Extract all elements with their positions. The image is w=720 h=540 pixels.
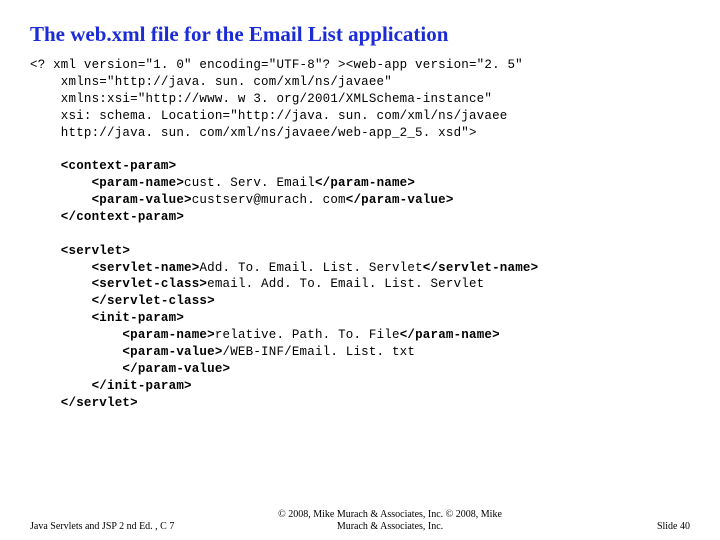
- code-line: <param-value>: [30, 345, 223, 359]
- slide-title: The web.xml file for the Email List appl…: [30, 22, 690, 47]
- code-text: Add. To. Email. List. Servlet: [199, 261, 422, 275]
- code-line: http://java. sun. com/xml/ns/javaee/web-…: [30, 126, 477, 140]
- code-line: <param-name>: [30, 176, 184, 190]
- code-line: xmlns:xsi="http://www. w 3. org/2001/XML…: [30, 92, 492, 106]
- code-line: <init-param>: [30, 311, 184, 325]
- code-block: <? xml version="1. 0" encoding="UTF-8"? …: [30, 57, 690, 411]
- footer-right: Slide 40: [570, 521, 690, 532]
- code-text: relative. Path. To. File: [215, 328, 400, 342]
- code-line: <? xml version="1. 0" encoding="UTF-8"? …: [30, 58, 523, 72]
- code-text: email. Add. To. Email. List. Servlet: [207, 277, 484, 291]
- code-line: </context-param>: [30, 210, 184, 224]
- code-text: cust. Serv. Email: [184, 176, 315, 190]
- code-line: </servlet-class>: [30, 294, 215, 308]
- code-line: </param-name>: [315, 176, 415, 190]
- code-line: <context-param>: [30, 159, 176, 173]
- code-line: </param-value>: [30, 362, 230, 376]
- slide: The web.xml file for the Email List appl…: [0, 0, 720, 540]
- code-line: </servlet-name>: [423, 261, 539, 275]
- code-line: </servlet>: [30, 396, 138, 410]
- footer-center-line1: © 2008, Mike Murach & Associates, Inc. ©…: [278, 509, 502, 520]
- code-text: custserv@murach. com: [192, 193, 346, 207]
- code-line: <servlet>: [30, 244, 130, 258]
- code-line: </param-value>: [346, 193, 454, 207]
- footer-left: Java Servlets and JSP 2 nd Ed. , C 7: [30, 521, 210, 532]
- footer-center-line2: Murach & Associates, Inc.: [337, 521, 443, 532]
- footer: Java Servlets and JSP 2 nd Ed. , C 7 © 2…: [0, 509, 720, 532]
- code-text: /WEB-INF/Email. List. txt: [223, 345, 416, 359]
- code-line: </init-param>: [30, 379, 192, 393]
- code-line: <servlet-name>: [30, 261, 199, 275]
- footer-center: © 2008, Mike Murach & Associates, Inc. ©…: [210, 509, 570, 532]
- code-line: <servlet-class>: [30, 277, 207, 291]
- code-line: xsi: schema. Location="http://java. sun.…: [30, 109, 507, 123]
- code-line: </param-name>: [400, 328, 500, 342]
- code-line: <param-value>: [30, 193, 192, 207]
- code-line: xmlns="http://java. sun. com/xml/ns/java…: [30, 75, 392, 89]
- code-line: <param-name>: [30, 328, 215, 342]
